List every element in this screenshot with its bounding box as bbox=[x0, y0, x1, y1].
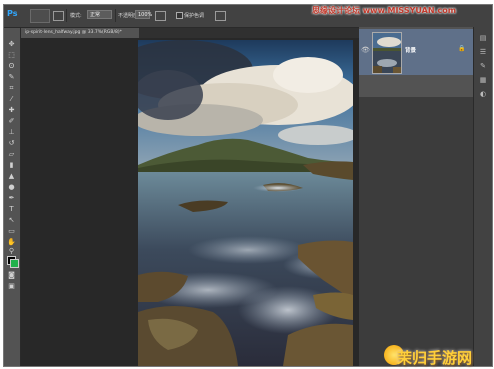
healing-brush-tool-icon[interactable]: ✚ bbox=[7, 106, 16, 114]
opacity-input[interactable]: 100% bbox=[135, 10, 152, 19]
quick-select-tool-icon[interactable]: ✎ bbox=[7, 73, 16, 81]
tool-preset-picker[interactable] bbox=[30, 9, 50, 23]
separator bbox=[115, 9, 116, 22]
brush-panel-icon[interactable]: ✎ bbox=[479, 63, 487, 70]
blur-tool-icon[interactable]: ▲ bbox=[7, 172, 16, 180]
adjustments-panel-icon[interactable]: ◐ bbox=[479, 91, 487, 98]
background-color-swatch[interactable] bbox=[10, 259, 19, 268]
document-tab[interactable]: ip-spirit-lens_halfway.jpg @ 33.7%(RGB/8… bbox=[21, 28, 139, 38]
type-tool-icon[interactable]: T bbox=[7, 205, 16, 213]
path-select-tool-icon[interactable]: ↖ bbox=[7, 216, 16, 224]
layer-thumbnail bbox=[372, 32, 402, 74]
hand-tool-icon[interactable]: ✋ bbox=[7, 238, 16, 246]
panel-icon-strip: ▤ ☰ ✎ ▦ ◐ bbox=[473, 27, 492, 366]
eyedropper-tool-icon[interactable]: ⁄ bbox=[7, 95, 16, 103]
layers-panel-dock: 👁 背景 🔒 bbox=[359, 27, 473, 366]
mode-select[interactable]: 正常 bbox=[87, 10, 112, 19]
layer-thumbnail-image bbox=[373, 33, 401, 73]
photo-canvas[interactable] bbox=[138, 40, 353, 366]
photoshop-window: Ps 模式: 正常 不透明度: 100% 保护色调 ✥ ⬚ ʘ ✎ ⌗ ⁄ ✚ … bbox=[3, 4, 493, 367]
mode-label: 模式: bbox=[70, 13, 82, 19]
brush-settings-icon[interactable] bbox=[53, 11, 64, 21]
history-panel-icon[interactable]: ▤ bbox=[479, 35, 487, 42]
preserve-tones-label: 保护色调 bbox=[184, 13, 205, 19]
layer-row-background[interactable]: 👁 背景 🔒 bbox=[359, 29, 473, 75]
properties-panel-icon[interactable]: ☰ bbox=[479, 49, 487, 56]
layer-name: 背景 bbox=[405, 48, 417, 54]
pressure-size-icon[interactable] bbox=[215, 11, 226, 21]
zoom-tool-icon[interactable]: ⚲ bbox=[7, 247, 16, 255]
eraser-tool-icon[interactable]: ▱ bbox=[7, 150, 16, 158]
separator bbox=[66, 9, 67, 22]
watermark-bottom: 茉归手游网 bbox=[397, 349, 473, 367]
seascape-photo bbox=[138, 40, 353, 366]
screen-mode-icon[interactable]: ▣ bbox=[7, 282, 16, 290]
lock-icon: 🔒 bbox=[458, 45, 466, 52]
photoshop-logo: Ps bbox=[7, 9, 18, 18]
preserve-tones-checkbox[interactable] bbox=[176, 12, 183, 19]
visibility-eye-icon[interactable]: 👁 bbox=[361, 46, 370, 54]
clone-stamp-tool-icon[interactable]: ⊥ bbox=[7, 128, 16, 136]
shape-tool-icon[interactable]: ▭ bbox=[7, 227, 16, 235]
lasso-tool-icon[interactable]: ʘ bbox=[7, 62, 16, 70]
brush-tool-icon[interactable]: ✐ bbox=[7, 117, 16, 125]
pressure-opacity-icon[interactable] bbox=[155, 11, 166, 21]
pen-tool-icon[interactable]: ✒ bbox=[7, 194, 16, 202]
document-tab-bar: ip-spirit-lens_halfway.jpg @ 33.7%(RGB/8… bbox=[21, 28, 359, 38]
crop-tool-icon[interactable]: ⌗ bbox=[7, 84, 16, 92]
quick-mask-icon[interactable]: ◙ bbox=[7, 271, 16, 279]
tools-panel: ✥ ⬚ ʘ ✎ ⌗ ⁄ ✚ ✐ ⊥ ↺ ▱ ▮ ▲ ● ✒ T ↖ ▭ ✋ ⚲ … bbox=[4, 28, 21, 366]
canvas-area[interactable] bbox=[21, 38, 359, 366]
history-brush-tool-icon[interactable]: ↺ bbox=[7, 139, 16, 147]
swatches-panel-icon[interactable]: ▦ bbox=[479, 77, 487, 84]
dodge-tool-icon[interactable]: ● bbox=[7, 183, 16, 191]
watermark-top: 思缘设计论坛 www.MISSYUAN.com bbox=[312, 6, 457, 15]
layers-panel: 👁 背景 🔒 bbox=[359, 27, 473, 97]
gradient-tool-icon[interactable]: ▮ bbox=[7, 161, 16, 169]
marquee-tool-icon[interactable]: ⬚ bbox=[7, 51, 16, 59]
move-tool-icon[interactable]: ✥ bbox=[7, 40, 16, 48]
